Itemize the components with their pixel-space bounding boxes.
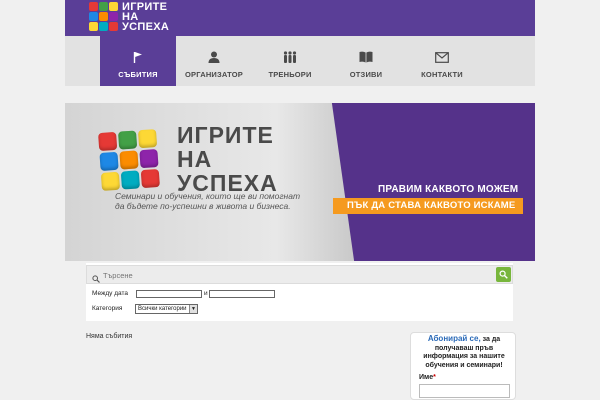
nav-item-organizer[interactable]: ОРГАНИЗАТОР: [176, 36, 252, 86]
nav-label-contacts: КОНТАКТИ: [421, 70, 463, 79]
subscribe-link[interactable]: Абонирай се,: [428, 334, 481, 343]
cube-logo-icon: [89, 2, 118, 31]
name-input[interactable]: [419, 384, 510, 398]
category-select[interactable]: Всички категории ▼: [135, 304, 198, 314]
people-icon: [283, 50, 297, 64]
banner-title-line-2: НА: [177, 146, 213, 172]
logo-text: ИГРИТЕ НА УСПЕХА: [122, 2, 170, 33]
cube-tile: [109, 2, 118, 11]
site-logo[interactable]: ИГРИТЕ НА УСПЕХА: [89, 2, 170, 33]
subscribe-text: Абонирай се, за да получаваш пръв информ…: [417, 334, 511, 370]
date-range-label: Между дата: [92, 290, 129, 297]
nav-label-organizer: ОРГАНИЗАТОР: [184, 70, 243, 79]
nav-label-reviews: ОТЗИВИ: [349, 70, 383, 79]
category-selected-value: Всички категории: [138, 306, 187, 312]
cube-tile: [100, 171, 121, 191]
nav-item-reviews[interactable]: ОТЗИВИ: [328, 36, 404, 86]
event-search-panel: Между дата и Категория Всички категории …: [86, 263, 513, 321]
nav-item-trainers[interactable]: ТРЕНЬОРИ: [252, 36, 328, 86]
banner-subtitle: Семинари и обучения, които ще ви помогна…: [115, 191, 355, 211]
banner-slogan-2: ПЪК ДА СТАВА КАКВОТО ИСКАМЕ: [333, 198, 524, 214]
search-input[interactable]: [103, 268, 483, 282]
cube-tile: [109, 12, 118, 21]
date-to-input[interactable]: [209, 290, 275, 298]
cube-tile: [137, 129, 158, 149]
nav-item-contacts[interactable]: КОНТАКТИ: [404, 36, 480, 86]
cube-tile: [99, 22, 108, 31]
subscribe-widget: Абонирай се, за да получаваш пръв информ…: [410, 332, 516, 400]
chevron-down-icon: ▼: [189, 305, 197, 313]
envelope-icon: [435, 50, 449, 64]
date-from-input[interactable]: [136, 290, 202, 298]
hero-banner: ИГРИТЕ НА УСПЕХА Семинари и обучения, ко…: [65, 103, 535, 261]
cube-tile: [139, 148, 159, 169]
required-mark: *: [433, 374, 436, 381]
main-nav: СЪБИТИЯ ОРГАНИЗАТОР ТРЕНЬОРИ ОТЗИВИ КОНТ…: [65, 36, 535, 86]
cube-tile: [89, 12, 98, 21]
banner-title-line-1: ИГРИТЕ: [177, 122, 274, 148]
cube-tile: [140, 168, 160, 189]
search-icon: [92, 270, 100, 288]
banner-slogan-1: ПРАВИМ КАКВОТО МОЖЕМ: [378, 184, 519, 195]
nav-label-trainers: ТРЕНЬОРИ: [268, 70, 312, 79]
cube-tile: [99, 151, 119, 172]
person-icon: [208, 50, 220, 64]
search-bar: [86, 265, 513, 284]
banner-title: ИГРИТЕ НА УСПЕХА: [177, 123, 278, 195]
cube-tile: [117, 130, 138, 150]
cube-tile: [99, 2, 108, 11]
cube-tile: [98, 131, 118, 152]
site-header: ИГРИТЕ НА УСПЕХА: [65, 0, 535, 36]
cube-tile: [119, 150, 139, 170]
search-button[interactable]: [496, 267, 511, 282]
nav-label-events: СЪБИТИЯ: [118, 70, 158, 79]
date-joiner-label: и: [204, 290, 208, 297]
cube-tile: [109, 22, 118, 31]
search-icon: [499, 270, 508, 279]
cube-tile: [89, 22, 98, 31]
book-icon: [359, 50, 373, 64]
cube-tile: [89, 2, 98, 11]
name-field-label: Име*: [419, 374, 436, 381]
nav-item-events[interactable]: СЪБИТИЯ: [100, 36, 176, 86]
rubiks-cube-icon: [98, 129, 160, 191]
name-label: Име: [419, 374, 434, 381]
category-label: Категория: [92, 305, 123, 312]
cube-tile: [120, 170, 141, 190]
cube-tile: [99, 12, 108, 21]
banner-subtitle-line-2: да бъдете по-успешни в живота и бизнеса.: [115, 201, 291, 211]
no-events-message: Няма събития: [86, 333, 133, 340]
banner-subtitle-line-1: Семинари и обучения, които ще ви помогна…: [115, 191, 301, 201]
flag-icon: [133, 50, 143, 64]
logo-line-3: УСПЕХА: [122, 21, 170, 33]
